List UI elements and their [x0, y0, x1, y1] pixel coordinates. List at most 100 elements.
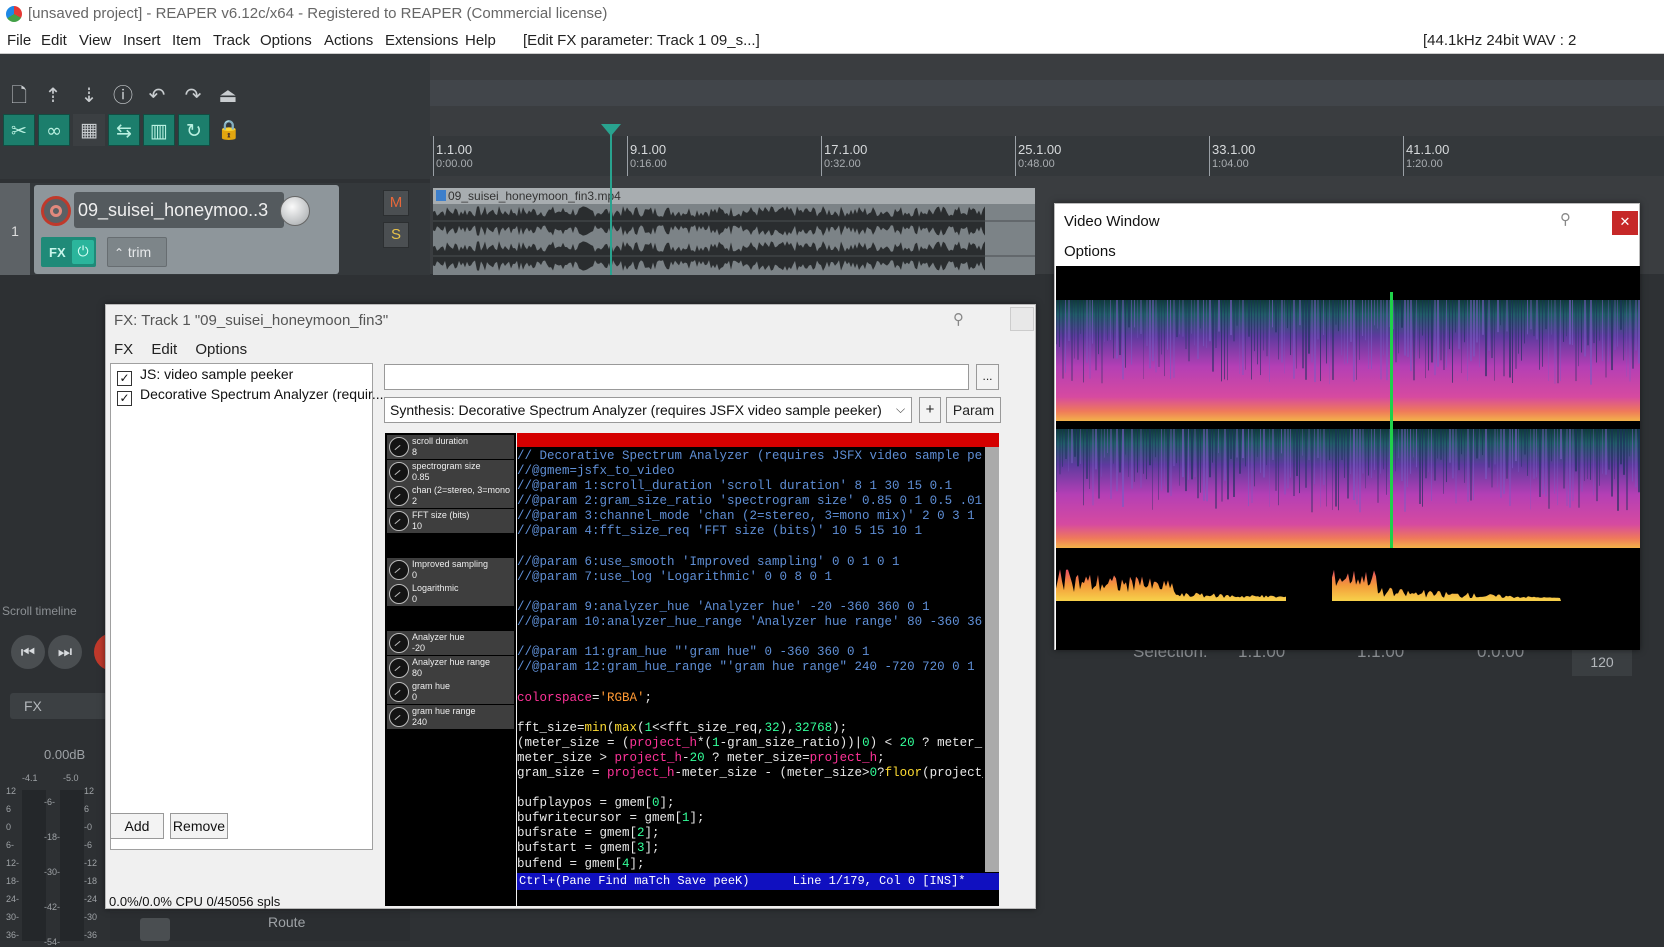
- grid-lines-icon[interactable]: ▥: [143, 114, 175, 146]
- menu-options[interactable]: Options: [260, 32, 312, 49]
- editor-scrollbar[interactable]: [985, 447, 999, 872]
- spectrogram-cursor: [1390, 292, 1393, 548]
- menu-extensions[interactable]: Extensions: [385, 32, 458, 49]
- slider-knob-icon[interactable]: [389, 486, 409, 506]
- video-options-menu[interactable]: Options: [1064, 243, 1116, 260]
- jsfx-slider[interactable]: gram hue 0: [387, 680, 514, 704]
- bpm-field[interactable]: 120: [1572, 648, 1632, 676]
- save-project-icon[interactable]: ⇣: [74, 80, 104, 110]
- track-name-field[interactable]: 09_suisei_honeymoo..3: [74, 192, 284, 228]
- slider-knob-icon[interactable]: [389, 437, 409, 457]
- jsfx-slider[interactable]: chan (2=stereo, 3=mono m2: [387, 484, 514, 508]
- preset-add-button[interactable]: +: [919, 397, 941, 423]
- ruler-time-label: 0:16.00: [630, 158, 667, 170]
- menu-track[interactable]: Track: [213, 32, 250, 49]
- slider-knob-icon[interactable]: [389, 633, 409, 653]
- go-to-end-button[interactable]: ⏭: [48, 635, 82, 669]
- open-project-icon[interactable]: ⇡: [38, 80, 68, 110]
- slider-value: -20: [412, 643, 426, 653]
- project-info-icon[interactable]: ⓘ: [108, 80, 138, 110]
- pin-icon[interactable]: ⚲: [953, 310, 964, 328]
- chevron-down-icon[interactable]: ⌵: [896, 402, 905, 417]
- video-window-close-button[interactable]: ✕: [1612, 211, 1638, 235]
- code-text[interactable]: // Decorative Spectrum Analyzer (require…: [517, 449, 983, 872]
- slider-knob-icon[interactable]: [389, 658, 409, 678]
- menu-insert[interactable]: Insert: [123, 32, 161, 49]
- link-icon[interactable]: ∞: [38, 114, 70, 146]
- jsfx-slider[interactable]: Analyzer hue range 80: [387, 656, 514, 680]
- timeline-ruler[interactable]: 1.1.00 0:00.00 9.1.00 0:16.00 17.1.00 0:…: [430, 136, 1664, 176]
- preset-dropdown[interactable]: Synthesis: Decorative Spectrum Analyzer …: [384, 397, 912, 423]
- menu-item[interactable]: Item: [172, 32, 201, 49]
- spectrogram-display[interactable]: [1056, 266, 1640, 650]
- redo-icon[interactable]: ↷: [178, 80, 208, 110]
- jsfx-slider[interactable]: Improved sampling 0: [387, 558, 514, 582]
- slider-knob-icon[interactable]: [389, 707, 409, 727]
- meter-scale-label: -24: [84, 894, 98, 904]
- slider-label: spectrogram size: [412, 461, 481, 471]
- new-project-icon[interactable]: 🗋: [4, 80, 34, 110]
- jsfx-code-editor[interactable]: // Decorative Spectrum Analyzer (require…: [517, 433, 999, 906]
- region-lane[interactable]: [430, 80, 1664, 106]
- jsfx-slider[interactable]: gram hue range 240: [387, 705, 514, 729]
- slider-knob-icon[interactable]: [389, 682, 409, 702]
- go-to-start-button[interactable]: ⏮: [11, 635, 45, 669]
- main-toolbar: 🗋 ⇡ ⇣ ⓘ ↶ ↷ ⏏ ✂ ∞ ▦ ⇆ ▥ ↻ 🔒: [0, 54, 430, 179]
- fx-search-input[interactable]: [384, 364, 969, 390]
- ruler-time-label: 0:00.00: [436, 158, 473, 170]
- slider-knob-icon[interactable]: [389, 560, 409, 580]
- lock-icon[interactable]: 🔒: [213, 114, 245, 146]
- jsfx-slider[interactable]: Logarithmic 0: [387, 582, 514, 606]
- mixer-button[interactable]: [140, 918, 170, 941]
- undo-icon[interactable]: ↶: [142, 80, 172, 110]
- record-arm-icon: [50, 205, 62, 217]
- ripple-edit-icon[interactable]: ✂: [3, 114, 35, 146]
- jsfx-slider[interactable]: Analyzer hue -20: [387, 631, 514, 655]
- fx-window-close-button[interactable]: [1010, 307, 1034, 331]
- mixer-fx-button[interactable]: FX: [10, 693, 110, 719]
- fx-bypass-power-icon[interactable]: ⏻: [72, 240, 94, 264]
- fx-chain-list[interactable]: ✓ JS: video sample peeker ✓ Decorative Spe…: [110, 363, 384, 850]
- fx-chain-item[interactable]: ✓ JS: video sample peeker: [117, 366, 293, 386]
- checkbox-checked-icon[interactable]: ✓: [117, 371, 132, 386]
- slider-knob-icon[interactable]: [389, 511, 409, 531]
- checkbox-checked-icon[interactable]: ✓: [117, 391, 132, 406]
- fx-chain-item[interactable]: ✓ Decorative Spectrum Analyzer (requir...: [117, 386, 384, 406]
- fx-menu-edit[interactable]: Edit: [151, 341, 177, 358]
- track-volume-knob[interactable]: [280, 196, 310, 226]
- jsfx-slider[interactable]: FFT size (bits) 10: [387, 509, 514, 533]
- loop-icon[interactable]: ↻: [178, 114, 210, 146]
- jsfx-slider[interactable]: scroll duration 8: [387, 435, 514, 459]
- add-fx-button[interactable]: Add: [110, 813, 164, 839]
- menu-actions[interactable]: Actions: [324, 32, 373, 49]
- meter-scale-label: -18: [84, 876, 98, 886]
- fx-browse-button[interactable]: ...: [976, 364, 999, 390]
- meter-left: [22, 790, 46, 941]
- slider-knob-icon[interactable]: [389, 584, 409, 604]
- snap-icon[interactable]: ⇆: [108, 114, 140, 146]
- jsfx-slider[interactable]: spectrogram size 0.85: [387, 460, 514, 484]
- menu-view[interactable]: View: [79, 32, 111, 49]
- pin-icon[interactable]: ⚲: [1560, 210, 1571, 228]
- param-button[interactable]: Param: [946, 397, 1001, 423]
- skip-forward-icon: ⏭: [57, 642, 73, 661]
- format-info[interactable]: [44.1kHz 24bit WAV : 2: [1423, 32, 1576, 49]
- menu-edit[interactable]: Edit: [41, 32, 67, 49]
- fx-menu-fx[interactable]: FX: [114, 341, 133, 358]
- automation-mode-button[interactable]: ⌃ trim: [107, 237, 167, 267]
- menu-file[interactable]: File: [7, 32, 31, 49]
- grid-icon[interactable]: ▦: [73, 114, 105, 146]
- track-number[interactable]: 1: [0, 183, 30, 275]
- remove-fx-button[interactable]: Remove: [170, 813, 228, 839]
- menu-help[interactable]: Help: [465, 32, 496, 49]
- slider-knob-icon[interactable]: [389, 462, 409, 482]
- slider-label: gram hue: [412, 681, 451, 691]
- fx-menu-options[interactable]: Options: [195, 341, 247, 358]
- playhead-cursor[interactable]: [610, 125, 612, 275]
- mute-button[interactable]: M: [383, 190, 409, 216]
- solo-button[interactable]: S: [383, 222, 409, 248]
- video-window: Video Window ⚲ ✕ Options: [1054, 203, 1640, 650]
- metronome-icon[interactable]: ⏏: [213, 80, 243, 110]
- route-button[interactable]: Route: [268, 914, 305, 930]
- envelope-icon: ⌃: [114, 246, 128, 260]
